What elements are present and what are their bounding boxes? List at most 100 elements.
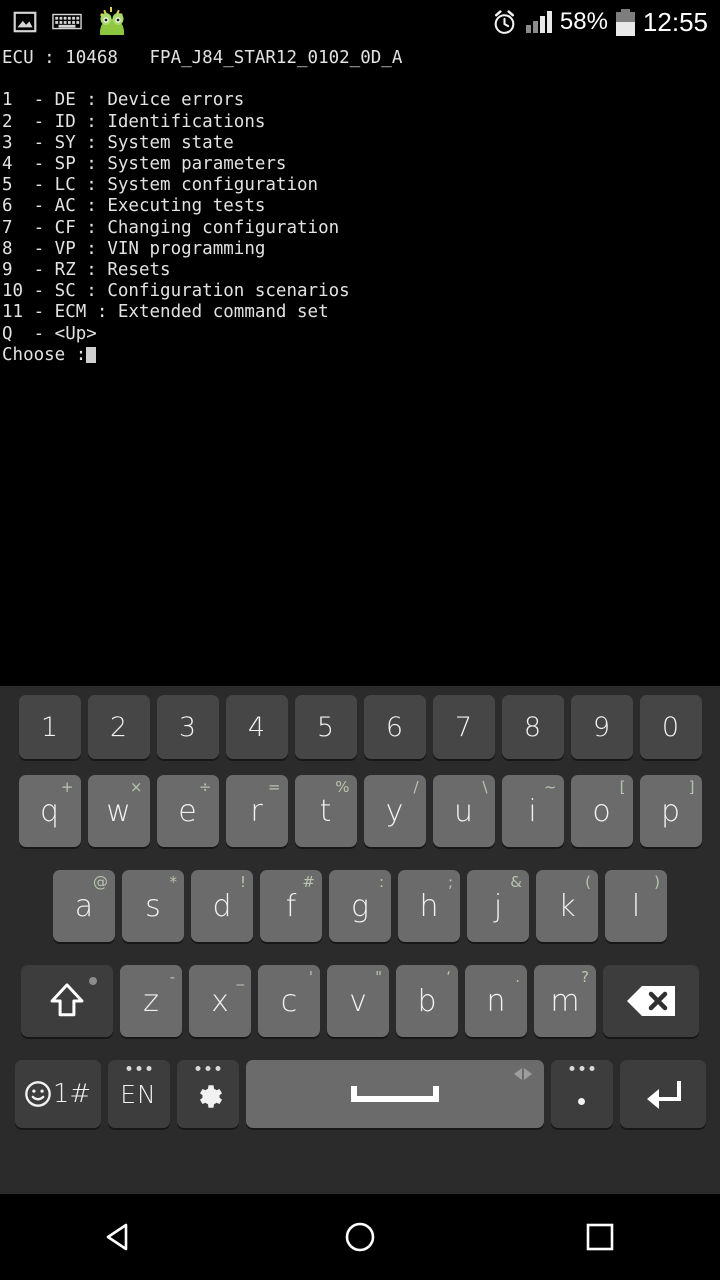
key-label: o	[592, 793, 611, 829]
language-key[interactable]: EN	[107, 1060, 170, 1128]
key-l[interactable]: ) l	[605, 870, 667, 942]
key-7[interactable]: 7	[432, 695, 495, 759]
key-label: s	[145, 888, 161, 924]
key-alt-label: :	[378, 873, 384, 891]
terminal-menu-item: 10 - SC : Configuration scenarios	[2, 281, 350, 302]
space-cursor-arrows	[513, 1068, 532, 1080]
key-label: m	[550, 983, 580, 1019]
android-navigation-bar[interactable]	[0, 1194, 720, 1280]
key-k[interactable]: (k	[536, 870, 598, 942]
period-key[interactable]	[550, 1060, 613, 1128]
key-alt-label: ×	[129, 778, 143, 796]
key-n[interactable]: .n	[465, 965, 527, 1037]
key-alt-label: ?	[581, 968, 589, 986]
key-alt-label: ‘	[446, 968, 451, 986]
key-i[interactable]: ~ i	[501, 775, 564, 847]
photo-icon	[12, 9, 38, 35]
key-5[interactable]: 5	[294, 695, 357, 759]
backspace-key[interactable]	[603, 965, 699, 1037]
enter-key[interactable]	[619, 1060, 706, 1128]
terminal-menu-item: 4 - SP : System parameters	[2, 154, 287, 174]
key-alt-label: \	[482, 778, 488, 796]
key-u[interactable]: \ u	[432, 775, 495, 847]
key-alt-label: (	[585, 873, 591, 891]
key-label: f	[285, 888, 297, 924]
key-label: 9	[592, 711, 611, 743]
key-0[interactable]: 0	[639, 695, 702, 759]
language-key-label: EN	[120, 1079, 157, 1109]
key-label: i	[528, 793, 537, 829]
key-b[interactable]: ‘b	[396, 965, 458, 1037]
space-key[interactable]	[245, 1060, 544, 1128]
key-label: 2	[109, 711, 128, 743]
arrow-left-icon	[513, 1068, 522, 1080]
keyboard-number-row: 1 2 3 4 5 6 7 8 9 0	[0, 686, 720, 775]
key-alt-label: #	[302, 873, 315, 891]
key-w[interactable]: × w	[87, 775, 150, 847]
key-alt-label: @	[93, 873, 108, 891]
status-bar-left-icons	[0, 7, 128, 37]
language-key-dots	[126, 1066, 151, 1071]
terminal-prompt: Choose :	[2, 345, 720, 366]
shift-indicator-dot	[89, 977, 97, 985]
key-1[interactable]: 1	[18, 695, 81, 759]
terminal-spacer	[2, 69, 720, 90]
key-alt-label: /	[413, 778, 419, 796]
terminal-menu-item: 6 - AC : Executing tests	[2, 196, 266, 217]
key-r[interactable]: = r	[225, 775, 288, 847]
symbols-key[interactable]: 1#	[14, 1060, 101, 1128]
key-label: 8	[523, 711, 542, 743]
key-z[interactable]: -z	[120, 965, 182, 1037]
key-a[interactable]: @ a	[53, 870, 115, 942]
back-button[interactable]	[60, 1194, 180, 1280]
terminal-header: ECU : 10468 FPA_J84_STAR12_0102_0D_A	[2, 48, 403, 68]
key-9[interactable]: 9	[570, 695, 633, 759]
key-alt-label: [	[619, 778, 626, 796]
key-label: g	[350, 888, 369, 924]
text-cursor	[86, 346, 97, 363]
key-2[interactable]: 2	[87, 695, 150, 759]
key-c[interactable]: ' c	[258, 965, 320, 1037]
key-y[interactable]: / y	[363, 775, 426, 847]
keyboard-icon	[52, 11, 82, 33]
symbols-key-content: 1#	[24, 1079, 91, 1109]
key-alt-label: +	[60, 778, 74, 796]
key-o[interactable]: [o	[570, 775, 633, 847]
key-q[interactable]: + q	[18, 775, 81, 847]
settings-key[interactable]	[176, 1060, 239, 1128]
key-x[interactable]: _ x	[189, 965, 251, 1037]
home-button[interactable]	[300, 1194, 420, 1280]
shift-key[interactable]	[21, 965, 113, 1037]
key-t[interactable]: % t	[294, 775, 357, 847]
terminal-menu-item: 9 - RZ : Resets	[2, 260, 171, 281]
key-j[interactable]: & j	[467, 870, 529, 942]
key-label: e	[178, 793, 197, 829]
on-screen-keyboard[interactable]: 1234567890 + q × w ÷ e = r% t / y \ u ~ i[o] p @ a * s! d # f…	[0, 686, 720, 1194]
key-p[interactable]: ] p	[639, 775, 702, 847]
key-e[interactable]: ÷ e	[156, 775, 219, 847]
key-6[interactable]: 6	[363, 695, 426, 759]
key-label: j	[493, 888, 503, 924]
battery-icon	[615, 8, 635, 36]
terminal-output[interactable]: ECU : 10468 FPA_J84_STAR12_0102_0D_A 1 -…	[0, 44, 720, 686]
key-3[interactable]: 3	[156, 695, 219, 759]
key-m[interactable]: ? m	[534, 965, 596, 1037]
recents-button[interactable]	[540, 1194, 660, 1280]
key-g[interactable]: :g	[329, 870, 391, 942]
key-d[interactable]: ! d	[191, 870, 253, 942]
keyboard-row-qwerty: + q × w ÷ e = r% t / y \ u ~ i[o] p	[0, 775, 720, 870]
key-alt-label: _	[236, 968, 245, 986]
key-4[interactable]: 4	[225, 695, 288, 759]
key-s[interactable]: * s	[122, 870, 184, 942]
key-8[interactable]: 8	[501, 695, 564, 759]
key-f[interactable]: # f	[260, 870, 322, 942]
terminal-menu-item: 11 - ECM : Extended command set	[2, 302, 329, 323]
keyboard-row-bottom-letters: - z _ x ' c " v ‘b. n? m	[0, 965, 720, 1060]
key-label: k	[558, 888, 576, 924]
key-v[interactable]: " v	[327, 965, 389, 1037]
alarm-clock-icon	[491, 9, 518, 36]
key-alt-label: '	[308, 968, 313, 986]
key-h[interactable]: ; h	[398, 870, 460, 942]
key-label: 0	[661, 711, 680, 743]
period-glyph	[578, 1097, 585, 1105]
